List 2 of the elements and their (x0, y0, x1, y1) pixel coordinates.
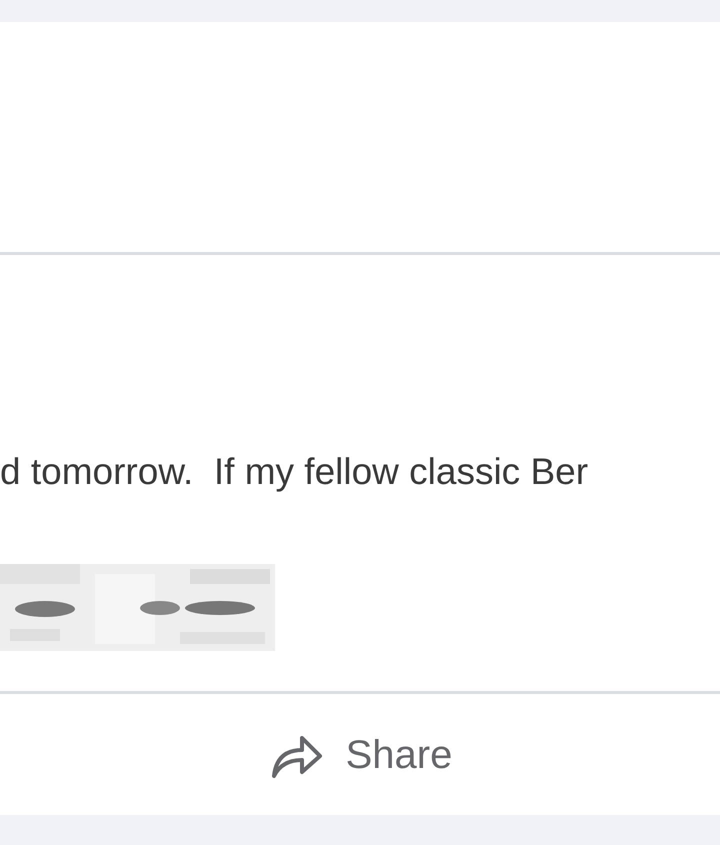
share-button[interactable]: Share (268, 724, 452, 784)
post-text: d tomorrow. If my fellow classic Ber (0, 450, 590, 494)
